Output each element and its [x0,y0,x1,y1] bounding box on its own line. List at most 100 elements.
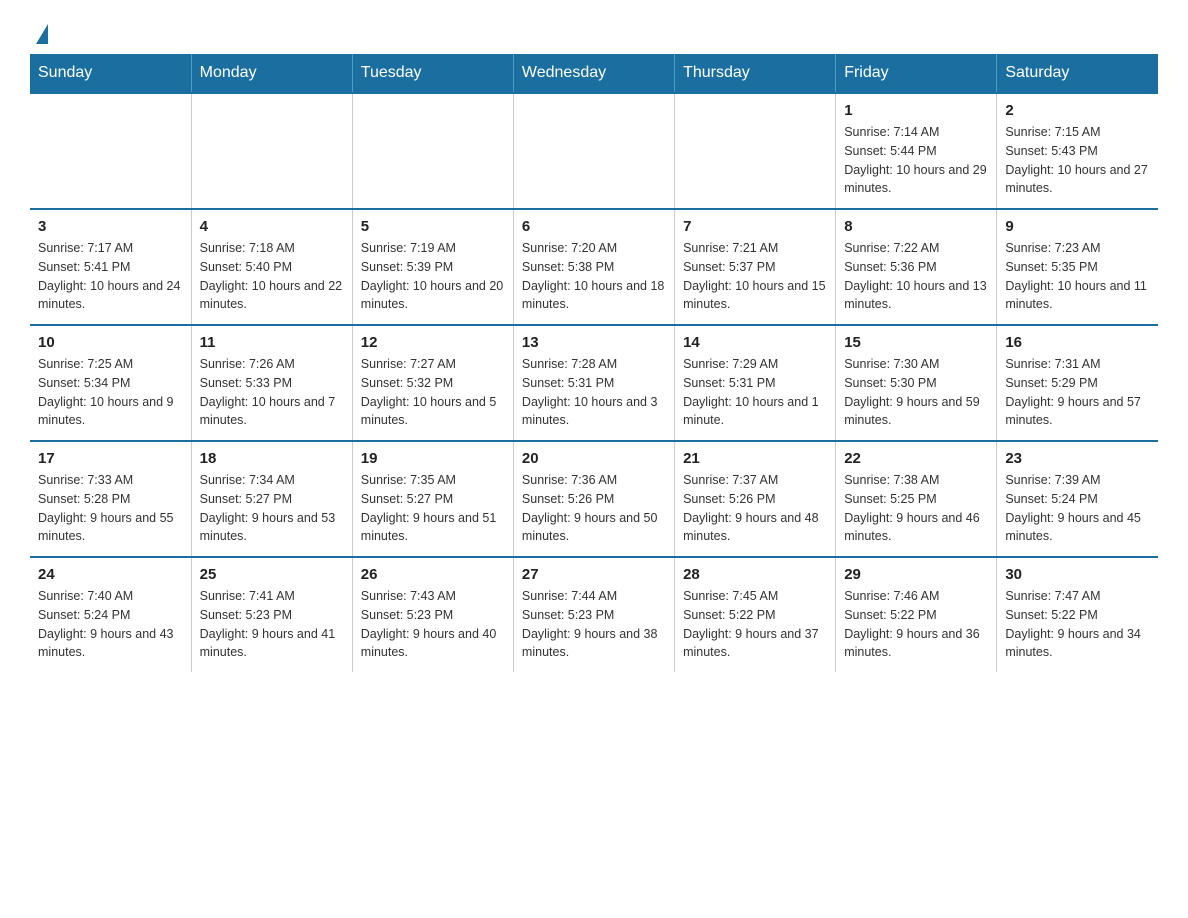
day-number: 13 [522,334,666,351]
day-info: Sunrise: 7:27 AMSunset: 5:32 PMDaylight:… [361,355,505,430]
calendar-cell: 29 Sunrise: 7:46 AMSunset: 5:22 PMDayligh… [836,557,997,672]
day-info: Sunrise: 7:46 AMSunset: 5:22 PMDaylight:… [844,587,988,662]
day-number: 21 [683,450,827,467]
calendar-cell: 25 Sunrise: 7:41 AMSunset: 5:23 PMDayligh… [191,557,352,672]
day-number: 22 [844,450,988,467]
calendar-cell: 14 Sunrise: 7:29 AMSunset: 5:31 PMDayligh… [675,325,836,441]
day-number: 10 [38,334,183,351]
day-info: Sunrise: 7:15 AMSunset: 5:43 PMDaylight:… [1005,123,1150,198]
day-number: 27 [522,566,666,583]
day-info: Sunrise: 7:37 AMSunset: 5:26 PMDaylight:… [683,471,827,546]
day-number: 20 [522,450,666,467]
calendar-table: SundayMondayTuesdayWednesdayThursdayFrid… [30,54,1158,672]
day-info: Sunrise: 7:28 AMSunset: 5:31 PMDaylight:… [522,355,666,430]
day-number: 29 [844,566,988,583]
day-info: Sunrise: 7:44 AMSunset: 5:23 PMDaylight:… [522,587,666,662]
week-row-4: 17Sunrise: 7:33 AMSunset: 5:28 PMDayligh… [30,441,1158,557]
calendar-cell: 13 Sunrise: 7:28 AMSunset: 5:31 PMDayligh… [513,325,674,441]
day-number: 8 [844,218,988,235]
day-number: 30 [1005,566,1150,583]
day-info: Sunrise: 7:30 AMSunset: 5:30 PMDaylight:… [844,355,988,430]
header-thursday: Thursday [675,54,836,93]
day-info: Sunrise: 7:26 AMSunset: 5:33 PMDaylight:… [200,355,344,430]
day-info: Sunrise: 7:29 AMSunset: 5:31 PMDaylight:… [683,355,827,430]
day-info: Sunrise: 7:38 AMSunset: 5:25 PMDaylight:… [844,471,988,546]
day-info: Sunrise: 7:25 AMSunset: 5:34 PMDaylight:… [38,355,183,430]
day-number: 19 [361,450,505,467]
logo-triangle-icon [36,24,48,44]
day-info: Sunrise: 7:43 AMSunset: 5:23 PMDaylight:… [361,587,505,662]
calendar-cell: 7 Sunrise: 7:21 AMSunset: 5:37 PMDaylight… [675,209,836,325]
day-number: 6 [522,218,666,235]
calendar-cell: 21 Sunrise: 7:37 AMSunset: 5:26 PMDayligh… [675,441,836,557]
header-friday: Friday [836,54,997,93]
calendar-cell: 1 Sunrise: 7:14 AMSunset: 5:44 PMDaylight… [836,93,997,209]
day-number: 15 [844,334,988,351]
day-info: Sunrise: 7:23 AMSunset: 5:35 PMDaylight:… [1005,239,1150,314]
calendar-body: 1 Sunrise: 7:14 AMSunset: 5:44 PMDaylight… [30,93,1158,672]
calendar-cell: 6 Sunrise: 7:20 AMSunset: 5:38 PMDaylight… [513,209,674,325]
calendar-cell: 2 Sunrise: 7:15 AMSunset: 5:43 PMDaylight… [997,93,1158,209]
day-info: Sunrise: 7:20 AMSunset: 5:38 PMDaylight:… [522,239,666,314]
calendar-cell [191,93,352,209]
calendar-cell: 19 Sunrise: 7:35 AMSunset: 5:27 PMDayligh… [352,441,513,557]
day-number: 9 [1005,218,1150,235]
calendar-cell: 5 Sunrise: 7:19 AMSunset: 5:39 PMDaylight… [352,209,513,325]
calendar-cell: 4Sunrise: 7:18 AMSunset: 5:40 PMDaylight… [191,209,352,325]
day-number: 12 [361,334,505,351]
day-number: 3 [38,218,183,235]
day-info: Sunrise: 7:14 AMSunset: 5:44 PMDaylight:… [844,123,988,198]
day-info: Sunrise: 7:45 AMSunset: 5:22 PMDaylight:… [683,587,827,662]
day-number: 25 [200,566,344,583]
calendar-header: SundayMondayTuesdayWednesdayThursdayFrid… [30,54,1158,93]
day-number: 5 [361,218,505,235]
day-info: Sunrise: 7:41 AMSunset: 5:23 PMDaylight:… [200,587,344,662]
header-tuesday: Tuesday [352,54,513,93]
calendar-cell: 12 Sunrise: 7:27 AMSunset: 5:32 PMDayligh… [352,325,513,441]
week-row-5: 24Sunrise: 7:40 AMSunset: 5:24 PMDayligh… [30,557,1158,672]
calendar-cell: 17Sunrise: 7:33 AMSunset: 5:28 PMDayligh… [30,441,191,557]
day-number: 16 [1005,334,1150,351]
day-number: 7 [683,218,827,235]
day-number: 24 [38,566,183,583]
day-info: Sunrise: 7:33 AMSunset: 5:28 PMDaylight:… [38,471,183,546]
day-info: Sunrise: 7:19 AMSunset: 5:39 PMDaylight:… [361,239,505,314]
day-info: Sunrise: 7:22 AMSunset: 5:36 PMDaylight:… [844,239,988,314]
day-info: Sunrise: 7:34 AMSunset: 5:27 PMDaylight:… [200,471,344,546]
page-header [30,20,1158,44]
header-wednesday: Wednesday [513,54,674,93]
calendar-cell: 30 Sunrise: 7:47 AMSunset: 5:22 PMDayligh… [997,557,1158,672]
calendar-cell: 8 Sunrise: 7:22 AMSunset: 5:36 PMDaylight… [836,209,997,325]
calendar-cell: 20 Sunrise: 7:36 AMSunset: 5:26 PMDayligh… [513,441,674,557]
day-info: Sunrise: 7:17 AMSunset: 5:41 PMDaylight:… [38,239,183,314]
calendar-cell: 15 Sunrise: 7:30 AMSunset: 5:30 PMDayligh… [836,325,997,441]
day-number: 26 [361,566,505,583]
day-info: Sunrise: 7:21 AMSunset: 5:37 PMDaylight:… [683,239,827,314]
calendar-cell: 24Sunrise: 7:40 AMSunset: 5:24 PMDayligh… [30,557,191,672]
day-number: 18 [200,450,344,467]
day-info: Sunrise: 7:47 AMSunset: 5:22 PMDaylight:… [1005,587,1150,662]
calendar-cell: 26 Sunrise: 7:43 AMSunset: 5:23 PMDayligh… [352,557,513,672]
calendar-cell [675,93,836,209]
day-number: 1 [844,102,988,119]
day-info: Sunrise: 7:31 AMSunset: 5:29 PMDaylight:… [1005,355,1150,430]
calendar-cell: 22 Sunrise: 7:38 AMSunset: 5:25 PMDayligh… [836,441,997,557]
header-saturday: Saturday [997,54,1158,93]
day-number: 23 [1005,450,1150,467]
calendar-cell: 27 Sunrise: 7:44 AMSunset: 5:23 PMDayligh… [513,557,674,672]
day-number: 28 [683,566,827,583]
calendar-cell [352,93,513,209]
calendar-cell: 3 Sunrise: 7:17 AMSunset: 5:41 PMDaylight… [30,209,191,325]
day-info: Sunrise: 7:35 AMSunset: 5:27 PMDaylight:… [361,471,505,546]
calendar-cell [513,93,674,209]
day-number: 11 [200,334,344,351]
logo [30,20,48,44]
day-number: 2 [1005,102,1150,119]
calendar-cell: 9 Sunrise: 7:23 AMSunset: 5:35 PMDaylight… [997,209,1158,325]
day-number: 14 [683,334,827,351]
day-info: Sunrise: 7:36 AMSunset: 5:26 PMDaylight:… [522,471,666,546]
day-number: 4 [200,218,344,235]
day-info: Sunrise: 7:39 AMSunset: 5:24 PMDaylight:… [1005,471,1150,546]
calendar-cell: 28 Sunrise: 7:45 AMSunset: 5:22 PMDayligh… [675,557,836,672]
week-row-2: 3 Sunrise: 7:17 AMSunset: 5:41 PMDaylight… [30,209,1158,325]
